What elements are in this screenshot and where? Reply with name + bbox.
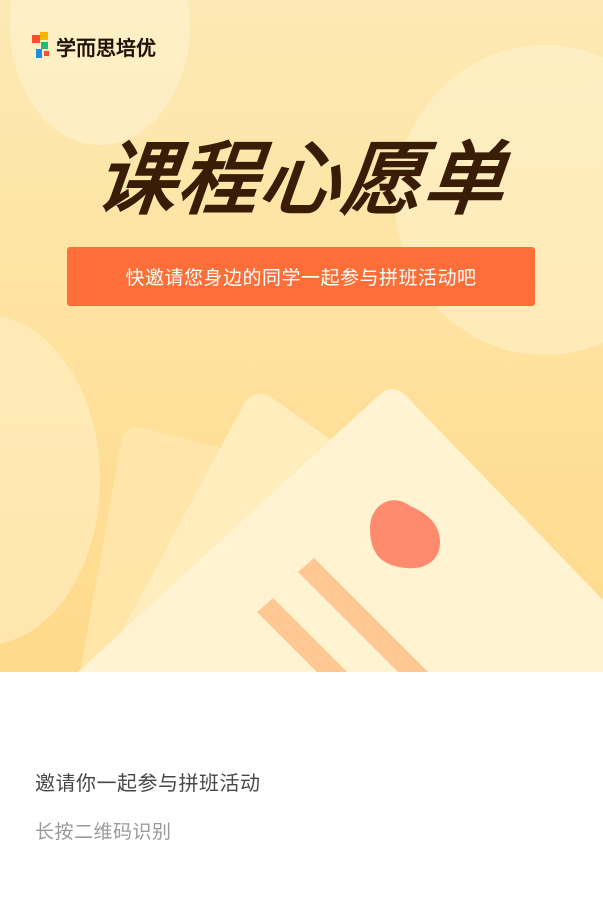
info-section: 邀请你一起参与拼班活动 长按二维码识别 <box>0 672 603 900</box>
poster: 学而思培优 课程心愿单 快邀请您身边的同学一起参与拼班活动吧 <box>0 0 603 672</box>
qr-hint: 长按二维码识别 <box>35 821 172 843</box>
envelope-heart-icon <box>78 389 603 672</box>
invite-text: 邀请你一起参与拼班活动 <box>35 771 261 795</box>
